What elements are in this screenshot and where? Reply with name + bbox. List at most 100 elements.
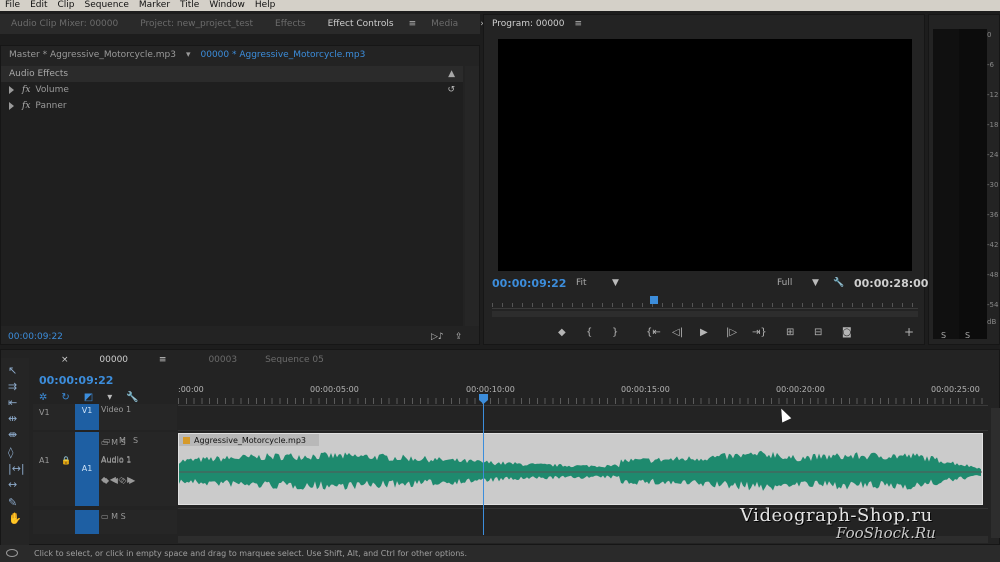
menu-clip[interactable]: Clip xyxy=(53,0,80,11)
program-zoom-bar[interactable] xyxy=(492,311,918,317)
close-icon[interactable]: × xyxy=(47,355,85,365)
fx-icon[interactable]: fx xyxy=(22,101,30,111)
timeline-vertical-scrollbar[interactable] xyxy=(991,408,1000,538)
tab-media[interactable]: Media xyxy=(420,19,469,29)
fit-select[interactable]: Fit xyxy=(576,278,587,288)
program-mini-ruler[interactable] xyxy=(492,295,918,309)
export-frame-icon[interactable]: ◙ xyxy=(842,327,852,338)
pen-tool-icon[interactable]: ✎ xyxy=(8,496,17,509)
add-marker-icon[interactable]: ◆ xyxy=(558,327,566,338)
lift-icon[interactable]: ⊞ xyxy=(786,327,794,338)
hand-tool-icon[interactable]: ✋ xyxy=(8,512,22,525)
play-icon[interactable]: ▶ xyxy=(700,327,708,338)
menu-sequence[interactable]: Sequence xyxy=(80,0,134,11)
expand-triangle-icon[interactable] xyxy=(9,86,14,94)
linked-selection-icon[interactable]: ↻ xyxy=(61,392,69,403)
menu-bar: File Edit Clip Sequence Marker Title Win… xyxy=(0,0,1000,11)
reset-icon[interactable]: ↺ xyxy=(447,85,455,95)
tab-sequence-00000[interactable]: × 00000 ≡ xyxy=(33,355,194,365)
master-clip-label[interactable]: Master * Aggressive_Motorcycle.mp3 xyxy=(1,50,184,60)
menu-file[interactable]: File xyxy=(0,0,25,11)
menu-help[interactable]: Help xyxy=(250,0,281,11)
audio-clip[interactable]: Aggressive_Motorcycle.mp3 xyxy=(178,433,983,505)
panel-menu-icon[interactable]: ≡ xyxy=(405,19,421,29)
menu-window[interactable]: Window xyxy=(204,0,250,11)
program-playhead[interactable] xyxy=(649,296,658,304)
expand-triangle-icon[interactable] xyxy=(9,102,14,110)
tab-sequence-00003[interactable]: 00003 xyxy=(194,355,251,365)
quality-dropdown-icon[interactable]: ▼ xyxy=(812,278,819,288)
effect-controls-timecode[interactable]: 00:00:09:22 xyxy=(8,332,63,342)
db-label: -42 xyxy=(987,241,999,249)
program-monitor: Program: 00000 ≡ 00:00:09:22 Fit ▼ Full … xyxy=(483,14,928,345)
ruler-label: 00:00:05:00 xyxy=(310,385,359,394)
step-back-icon[interactable]: ◁| xyxy=(672,327,683,338)
step-forward-icon[interactable]: |▷ xyxy=(726,327,737,338)
solo-left-button[interactable]: S xyxy=(941,331,946,340)
program-current-timecode[interactable]: 00:00:09:22 xyxy=(492,277,566,290)
effect-controls-footer: 00:00:09:22 ▷♪ ⇪ xyxy=(1,330,481,344)
sequence-clip-label[interactable]: 00000 * Aggressive_Motorcycle.mp3 xyxy=(193,50,374,60)
timeline-timecode[interactable]: 00:00:09:22 xyxy=(39,374,113,387)
menu-marker[interactable]: Marker xyxy=(134,0,175,11)
effect-label: Volume xyxy=(35,85,69,95)
collapse-icon[interactable]: ▲ xyxy=(448,69,455,79)
tab-effect-controls[interactable]: Effect Controls xyxy=(317,19,405,29)
selection-tool-icon[interactable]: ↖ xyxy=(8,364,17,377)
source-a1-label[interactable]: A1 xyxy=(39,456,50,465)
go-to-out-icon[interactable]: ⇥} xyxy=(752,327,767,338)
db-label: -12 xyxy=(987,91,999,99)
program-video-frame xyxy=(498,39,912,271)
tab-effects[interactable]: Effects xyxy=(264,19,317,29)
add-button-icon[interactable]: + xyxy=(904,325,914,339)
target-a1-button[interactable]: A1 xyxy=(75,432,99,506)
db-label: -6 xyxy=(987,61,994,69)
sync-icon[interactable]: ▭ M S xyxy=(101,512,126,521)
target-a2-button[interactable] xyxy=(75,510,99,534)
add-marker-icon[interactable]: ◩ xyxy=(84,392,93,403)
ripple-edit-tool-icon[interactable]: ⇤ xyxy=(8,396,17,409)
rolling-edit-tool-icon[interactable]: ⇹ xyxy=(8,412,17,425)
db-label: -30 xyxy=(987,181,999,189)
source-v1-label[interactable]: V1 xyxy=(39,408,50,417)
keyframe-nav-icon[interactable]: ◆ ◀ ◇ ▶ xyxy=(101,475,133,484)
panel-menu-icon[interactable]: ≡ xyxy=(575,19,583,29)
tab-sequence-05[interactable]: Sequence 05 xyxy=(251,355,338,365)
solo-right-button[interactable]: S xyxy=(965,331,970,340)
panel-menu-icon[interactable]: ≡ xyxy=(142,355,180,365)
effect-row-panner[interactable]: fx Panner xyxy=(1,98,463,114)
timeline-tabs: × 00000 ≡ 00003 Sequence 05 xyxy=(33,350,338,370)
tab-audio-clip-mixer[interactable]: Audio Clip Mixer: 00000 xyxy=(0,19,129,29)
menu-edit[interactable]: Edit xyxy=(25,0,52,11)
rate-stretch-tool-icon[interactable]: ⇼ xyxy=(8,428,17,441)
mark-out-icon[interactable]: } xyxy=(612,327,618,338)
effect-row-volume[interactable]: fx Volume ↺ xyxy=(1,82,463,98)
razor-tool-icon[interactable]: ◊ xyxy=(8,446,13,459)
effect-controls-scrollbar[interactable] xyxy=(465,66,479,326)
timeline-ruler[interactable]: :00:00 00:00:05:00 00:00:10:00 00:00:15:… xyxy=(178,382,988,406)
slide-tool-icon[interactable]: ↔ xyxy=(8,478,17,491)
extract-icon[interactable]: ⊟ xyxy=(814,327,822,338)
mark-in-icon[interactable]: { xyxy=(586,327,592,338)
play-only-audio-icon[interactable]: ▷♪ xyxy=(431,332,444,342)
fit-dropdown-icon[interactable]: ▼ xyxy=(612,278,619,288)
export-icon[interactable]: ⇪ xyxy=(455,332,463,342)
wrench-icon[interactable]: 🔧 xyxy=(833,278,844,288)
marker-icon[interactable]: ▾ xyxy=(107,392,112,403)
dropdown-arrow-icon[interactable]: ▾ xyxy=(184,50,193,60)
slip-tool-icon[interactable]: |↔| xyxy=(8,462,25,475)
effect-label: Panner xyxy=(35,101,67,111)
solo-button[interactable]: S xyxy=(133,436,138,445)
watermark-secondary: FooShock.Ru xyxy=(836,524,936,542)
go-to-in-icon[interactable]: {⇤ xyxy=(646,327,661,338)
sync-icon[interactable]: ▭ M S xyxy=(101,438,126,447)
menu-title[interactable]: Title xyxy=(175,0,204,11)
snap-icon[interactable]: ✲ xyxy=(39,392,47,403)
fx-icon[interactable]: fx xyxy=(22,85,30,95)
lock-icon[interactable]: 🔒 xyxy=(61,456,71,465)
track-select-tool-icon[interactable]: ⇉ xyxy=(8,380,17,393)
wrench-icon[interactable]: 🔧 xyxy=(126,392,138,403)
target-v1-button[interactable]: V1 xyxy=(75,404,99,430)
tab-project[interactable]: Project: new_project_test xyxy=(129,19,264,29)
quality-select[interactable]: Full xyxy=(777,278,792,288)
